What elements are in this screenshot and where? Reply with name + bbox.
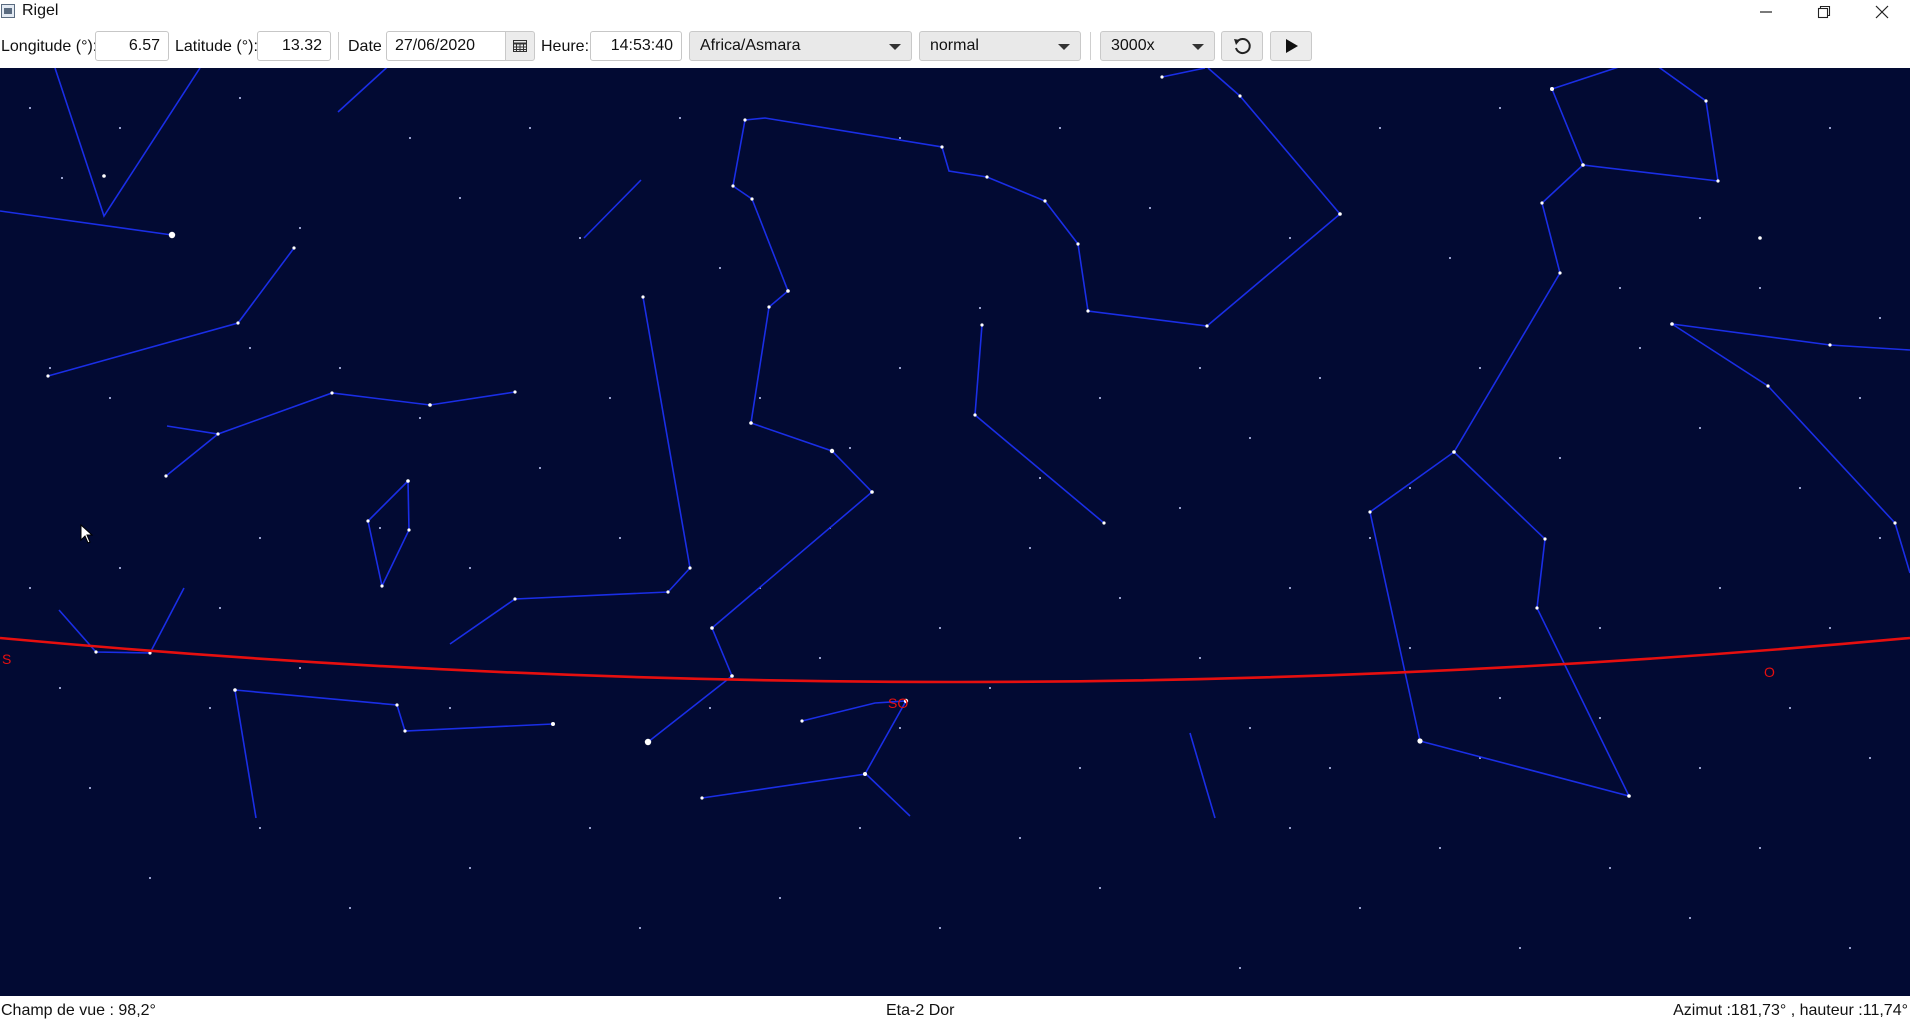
mouse-pointer-icon — [80, 524, 94, 544]
date-picker-button[interactable] — [505, 31, 535, 61]
window-title: Rigel — [22, 2, 59, 19]
reset-icon — [1234, 38, 1251, 55]
close-button[interactable] — [1853, 0, 1910, 24]
speed-select[interactable]: 3000x — [1100, 31, 1215, 61]
coordinates-text: Azimut :181,73° , hauteur :11,74° — [1673, 1002, 1908, 1019]
mode-select[interactable]: normal — [919, 31, 1081, 61]
toolbar: Longitude (°): 6.57 Latitude (°): 13.32 … — [0, 24, 1910, 69]
chevron-down-icon — [1058, 44, 1070, 50]
timezone-select[interactable]: Africa/Asmara — [689, 31, 912, 61]
restore-icon — [1817, 5, 1831, 19]
cardinal-south-label: S — [2, 651, 11, 667]
reset-time-button[interactable] — [1221, 31, 1263, 61]
date-input[interactable]: 27/06/2020 — [386, 31, 506, 61]
time-input[interactable]: 14:53:40 — [590, 31, 682, 61]
minimize-button[interactable] — [1737, 0, 1795, 24]
toolbar-separator — [338, 32, 339, 60]
longitude-label: Longitude (°): — [1, 38, 98, 55]
date-label: Date — [348, 38, 382, 55]
cardinal-southwest-label: SO — [888, 695, 908, 711]
close-icon — [1875, 5, 1889, 19]
chevron-down-icon — [1192, 44, 1204, 50]
constellation-lines — [0, 68, 1910, 819]
background-stars — [29, 97, 1881, 969]
restore-button[interactable] — [1795, 0, 1853, 24]
constellation-stars — [46, 75, 1897, 800]
sky-view[interactable]: S SO O — [0, 68, 1910, 996]
toolbar-separator — [1090, 32, 1091, 60]
field-of-view-text: Champ de vue : 98,2° — [1, 1002, 156, 1019]
speed-value: 3000x — [1111, 37, 1155, 54]
latitude-label: Latitude (°): — [175, 38, 258, 55]
sky-canvas[interactable]: S SO O — [0, 68, 1910, 996]
chevron-down-icon — [889, 44, 901, 50]
selected-object-text: Eta-2 Dor — [886, 1002, 955, 1019]
status-bar: Champ de vue : 98,2° Eta-2 Dor Azimut :1… — [0, 996, 1910, 1024]
cardinal-west-label: O — [1764, 664, 1775, 680]
horizon-line — [0, 636, 1910, 684]
minimize-icon — [1760, 11, 1772, 13]
longitude-input[interactable]: 6.57 — [95, 31, 169, 61]
timezone-value: Africa/Asmara — [700, 37, 801, 54]
play-button[interactable] — [1270, 31, 1312, 61]
calendar-icon — [513, 40, 527, 52]
latitude-input[interactable]: 13.32 — [257, 31, 331, 61]
app-icon — [1, 4, 15, 18]
play-icon — [1286, 39, 1298, 53]
title-bar: Rigel — [0, 0, 1910, 24]
mode-value: normal — [930, 37, 979, 54]
time-label: Heure: — [541, 38, 590, 55]
